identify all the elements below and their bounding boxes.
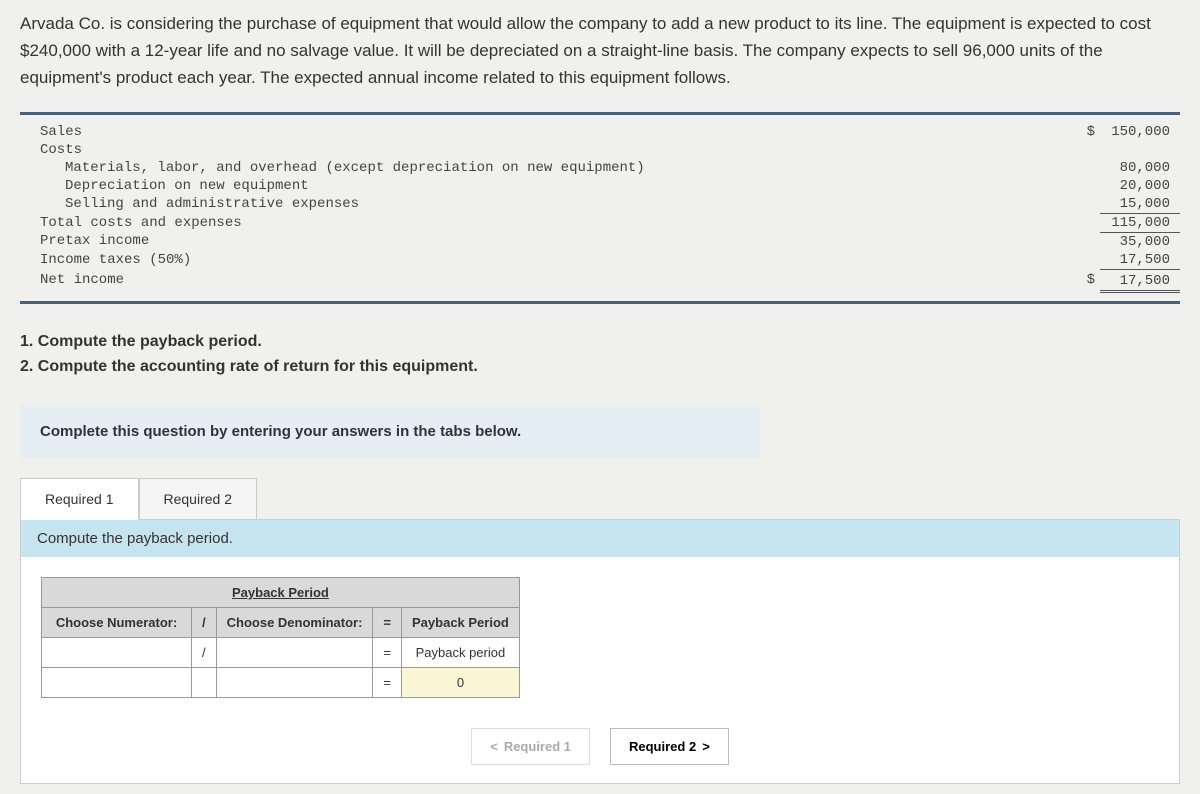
cell-slash: /: [192, 637, 217, 667]
currency-mark: $: [1070, 123, 1100, 141]
income-label: Sales: [20, 123, 690, 141]
question-list: 1. Compute the payback period. 2. Comput…: [20, 329, 1180, 380]
header-result: Payback Period: [402, 607, 520, 637]
income-amount: 115,000: [1100, 213, 1180, 232]
prev-tab-button[interactable]: < Required 1: [471, 728, 590, 765]
currency-mark: [1070, 251, 1100, 270]
income-amount: 150,000: [1100, 123, 1180, 141]
tab-required-2[interactable]: Required 2: [139, 478, 258, 520]
tab-nav-buttons: < Required 1 Required 2 >: [21, 718, 1179, 783]
cell-equals-2: =: [373, 667, 402, 697]
cell-result-label: Payback period: [402, 637, 520, 667]
income-label: Net income: [20, 269, 690, 291]
income-label: Materials, labor, and overhead (except d…: [20, 159, 690, 177]
currency-mark: [1070, 159, 1100, 177]
income-label: Costs: [20, 141, 690, 159]
income-amount: 35,000: [1100, 232, 1180, 251]
header-numerator: Choose Numerator:: [42, 607, 192, 637]
currency-mark: [1070, 213, 1100, 232]
income-label: Pretax income: [20, 232, 690, 251]
currency-mark: [1070, 141, 1100, 159]
income-amount: 15,000: [1100, 195, 1180, 214]
cell-equals: =: [373, 637, 402, 667]
header-equals: =: [373, 607, 402, 637]
currency-mark: [1070, 177, 1100, 195]
currency-mark: [1070, 232, 1100, 251]
currency-mark: [1070, 195, 1100, 214]
chevron-left-icon: <: [490, 739, 498, 754]
income-amount: 80,000: [1100, 159, 1180, 177]
answer-tabs: Required 1 Required 2: [20, 478, 760, 520]
header-denominator: Choose Denominator:: [216, 607, 373, 637]
denominator-value-input[interactable]: [216, 667, 373, 697]
question-1: 1. Compute the payback period.: [20, 333, 262, 350]
problem-statement: Arvada Co. is considering the purchase o…: [20, 10, 1180, 92]
numerator-value-input[interactable]: [42, 667, 192, 697]
question-2: 2. Compute the accounting rate of return…: [20, 358, 478, 375]
chevron-right-icon: >: [702, 739, 710, 754]
header-slash: /: [192, 607, 217, 637]
income-amount: [1100, 141, 1180, 159]
instruction-banner: Complete this question by entering your …: [20, 405, 760, 458]
income-amount: 20,000: [1100, 177, 1180, 195]
tab-required-1[interactable]: Required 1: [20, 478, 139, 520]
income-label: Depreciation on new equipment: [20, 177, 690, 195]
income-label: Income taxes (50%): [20, 251, 690, 270]
tab-content: Compute the payback period. Payback Peri…: [20, 519, 1180, 784]
payback-title: Payback Period: [42, 577, 520, 607]
cell-blank-1: [192, 667, 217, 697]
payback-result-value: 0: [402, 667, 520, 697]
income-statement: Sales $150,000 CostsMaterials, labor, and …: [20, 112, 1180, 304]
currency-mark: $: [1070, 269, 1100, 291]
income-amount: 17,500: [1100, 269, 1180, 291]
tab-prompt: Compute the payback period.: [21, 520, 1179, 557]
income-amount: 17,500: [1100, 251, 1180, 270]
denominator-select[interactable]: [216, 637, 373, 667]
income-label: Total costs and expenses: [20, 213, 690, 232]
numerator-select[interactable]: [42, 637, 192, 667]
payback-period-table: Payback Period Choose Numerator: / Choos…: [41, 577, 520, 698]
next-tab-button[interactable]: Required 2 >: [610, 728, 729, 765]
income-label: Selling and administrative expenses: [20, 195, 690, 214]
prev-tab-label: Required 1: [504, 739, 571, 754]
next-tab-label: Required 2: [629, 739, 696, 754]
